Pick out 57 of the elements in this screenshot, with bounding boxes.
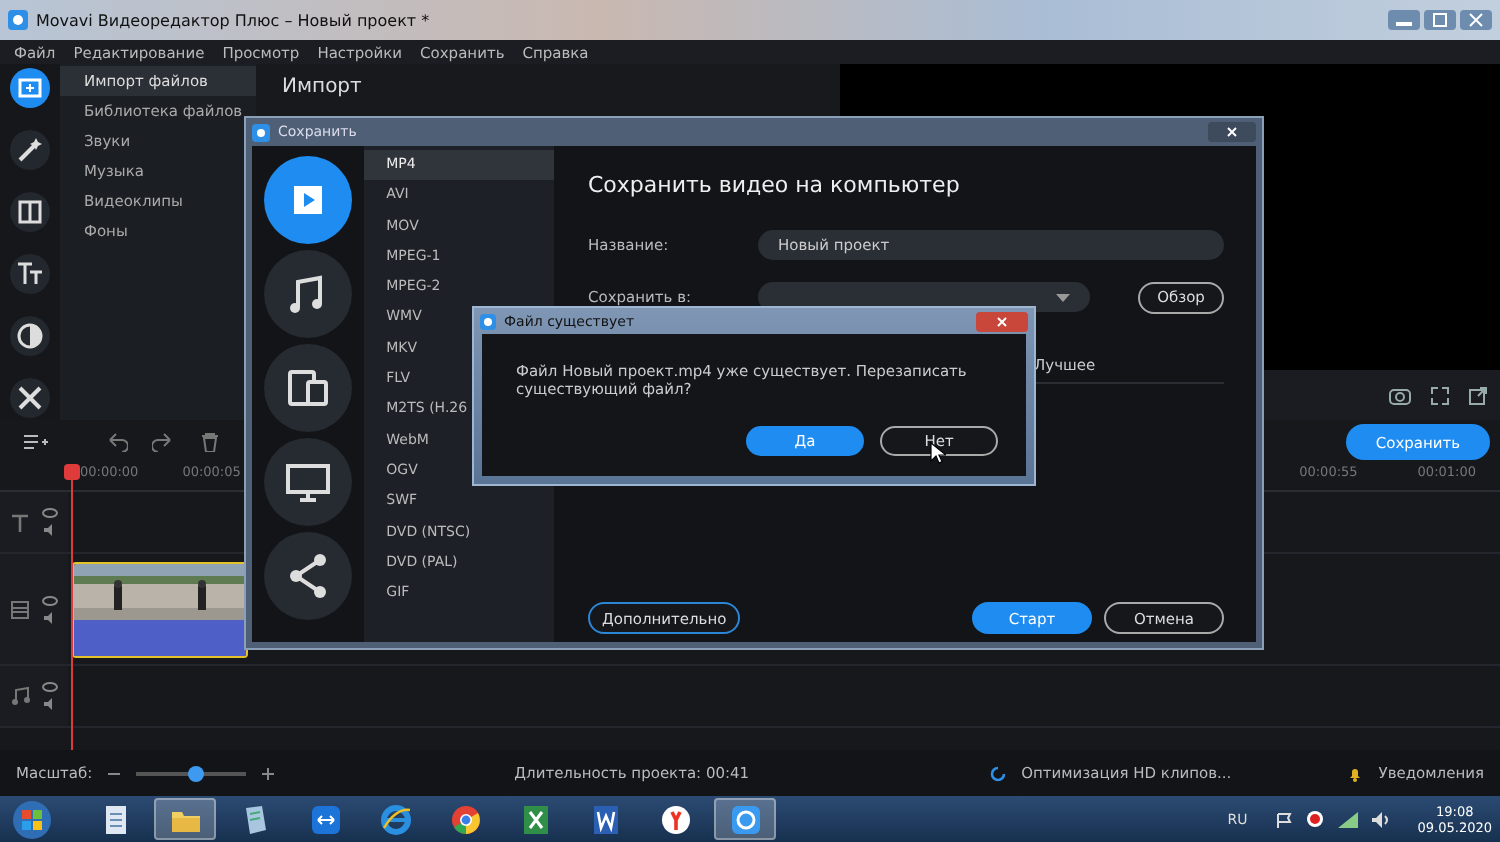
start-icon[interactable]	[12, 799, 52, 839]
maximize-icon[interactable]	[1424, 10, 1456, 30]
yandex-icon	[659, 803, 691, 835]
wand-icon[interactable]	[10, 130, 50, 170]
browser-icon	[379, 803, 411, 835]
film-icon	[10, 599, 30, 619]
minimize-icon[interactable]	[1388, 10, 1420, 30]
dialog-heading: Сохранить видео на компьютер	[588, 172, 962, 198]
chrome-icon	[449, 803, 481, 835]
panel-title: Импорт	[280, 74, 364, 98]
eye-icon[interactable]	[42, 508, 58, 518]
close-icon[interactable]	[976, 311, 1028, 331]
eye-icon[interactable]	[42, 595, 58, 605]
speaker-icon[interactable]	[42, 524, 58, 536]
expand-icon[interactable]	[1430, 385, 1450, 405]
import-icon[interactable]	[10, 68, 50, 108]
spreadsheet-icon	[519, 803, 551, 835]
share-icon[interactable]	[264, 532, 353, 620]
close-icon[interactable]	[1460, 10, 1492, 30]
volume-icon[interactable]	[1371, 811, 1390, 827]
record-icon[interactable]	[1305, 810, 1324, 828]
text-icon[interactable]	[10, 254, 50, 294]
bell-icon	[1348, 765, 1363, 781]
music-icon	[10, 686, 30, 706]
devices-icon[interactable]	[264, 344, 353, 432]
speaker-icon[interactable]	[42, 611, 58, 623]
external-icon[interactable]	[1468, 385, 1488, 405]
taskbar-button[interactable]	[714, 798, 776, 840]
app-icon	[8, 10, 28, 30]
monitor-icon[interactable]	[264, 438, 353, 526]
zoom-in-icon	[262, 767, 275, 779]
trash-icon[interactable]	[200, 432, 220, 452]
flag-icon[interactable]	[1275, 811, 1292, 827]
app-icon	[480, 313, 496, 329]
playhead[interactable]	[64, 464, 80, 750]
video-clip[interactable]	[72, 561, 248, 657]
window-title: Movavi Видеоредактор Плюс – Новый проект *	[36, 11, 430, 29]
word-icon	[589, 803, 621, 835]
camera-icon[interactable]	[1388, 385, 1412, 405]
filter-icon[interactable]	[10, 316, 50, 356]
film-reel-icon	[729, 803, 761, 835]
close-icon[interactable]	[1208, 122, 1256, 142]
app-icon	[252, 123, 270, 141]
video-icon[interactable]	[264, 156, 353, 244]
zoom-out-icon	[108, 769, 121, 777]
caret-icon	[1056, 293, 1070, 301]
speaker-icon[interactable]	[42, 698, 58, 710]
undo-icon[interactable]	[104, 432, 128, 452]
spinner-icon	[989, 765, 1006, 781]
text-track-icon	[10, 512, 30, 532]
split-icon[interactable]	[10, 192, 50, 232]
add-track-icon[interactable]	[24, 432, 48, 452]
arrows-icon	[309, 803, 341, 835]
signal-icon[interactable]	[1337, 811, 1358, 827]
music-icon[interactable]	[264, 250, 353, 338]
redo-icon[interactable]	[152, 432, 176, 452]
eye-icon[interactable]	[42, 682, 58, 692]
